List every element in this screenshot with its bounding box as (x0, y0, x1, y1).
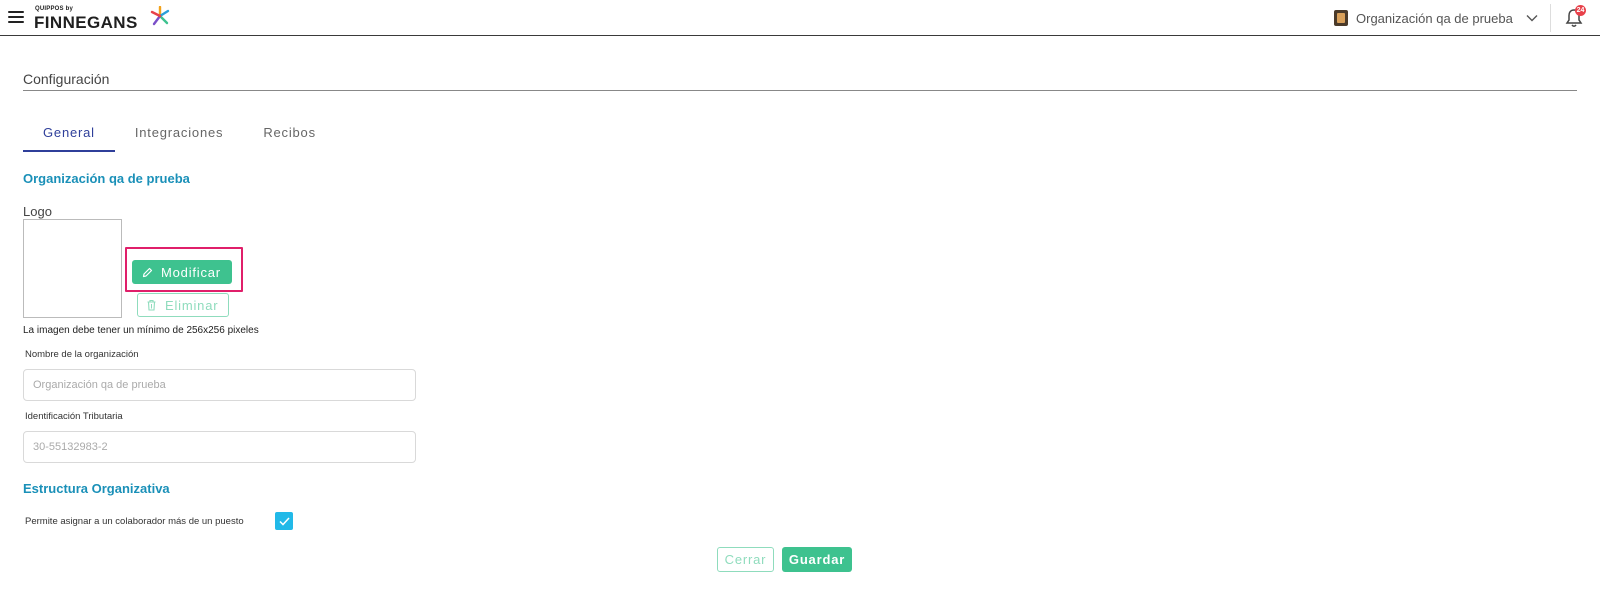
org-name-input[interactable] (23, 369, 416, 401)
trash-icon (147, 299, 156, 311)
delete-button[interactable]: Eliminar (137, 293, 229, 317)
organization-selector[interactable]: Organización qa de prueba (1334, 9, 1539, 27)
tax-id-label: Identificación Tributaria (25, 411, 123, 422)
image-hint: La imagen debe tener un mínimo de 256x25… (23, 325, 259, 336)
tab-recibos[interactable]: Recibos (243, 116, 336, 152)
top-bar: QUIPPOS by FINNEGANS Organización qa de … (0, 0, 1600, 36)
multi-position-label: Permite asignar a un colaborador más de … (25, 516, 244, 527)
delete-button-label: Eliminar (165, 297, 219, 313)
pencil-icon (142, 267, 153, 277)
brand-subtitle: QUIPPOS by (35, 6, 74, 12)
tab-general[interactable]: General (23, 116, 115, 152)
modify-button-label: Modificar (161, 264, 221, 280)
multi-position-checkbox[interactable] (275, 512, 293, 530)
title-divider (23, 90, 1577, 91)
tab-integraciones[interactable]: Integraciones (115, 116, 243, 152)
notification-badge: 24 (1575, 5, 1586, 16)
page-title: Configuración (23, 71, 110, 87)
tax-id-input[interactable] (23, 431, 416, 463)
modify-button[interactable]: Modificar (132, 260, 232, 284)
brand-star-icon (150, 6, 170, 26)
structure-heading: Estructura Organizativa (23, 481, 170, 496)
brand-name: FINNEGANS (34, 13, 138, 32)
tab-bar: General Integraciones Recibos (23, 116, 336, 152)
hamburger-menu-icon[interactable] (8, 11, 24, 25)
logo-label: Logo (23, 204, 52, 219)
organization-name: Organización qa de prueba (1356, 10, 1513, 26)
logo-preview (23, 219, 122, 318)
chevron-down-icon (1526, 15, 1538, 22)
organization-avatar (1334, 10, 1348, 26)
save-button[interactable]: Guardar (782, 547, 852, 572)
topbar-divider (1550, 4, 1551, 32)
organization-heading: Organización qa de prueba (23, 171, 190, 186)
org-name-label: Nombre de la organización (25, 349, 139, 360)
close-button[interactable]: Cerrar (717, 547, 774, 572)
checkmark-icon (278, 516, 290, 526)
